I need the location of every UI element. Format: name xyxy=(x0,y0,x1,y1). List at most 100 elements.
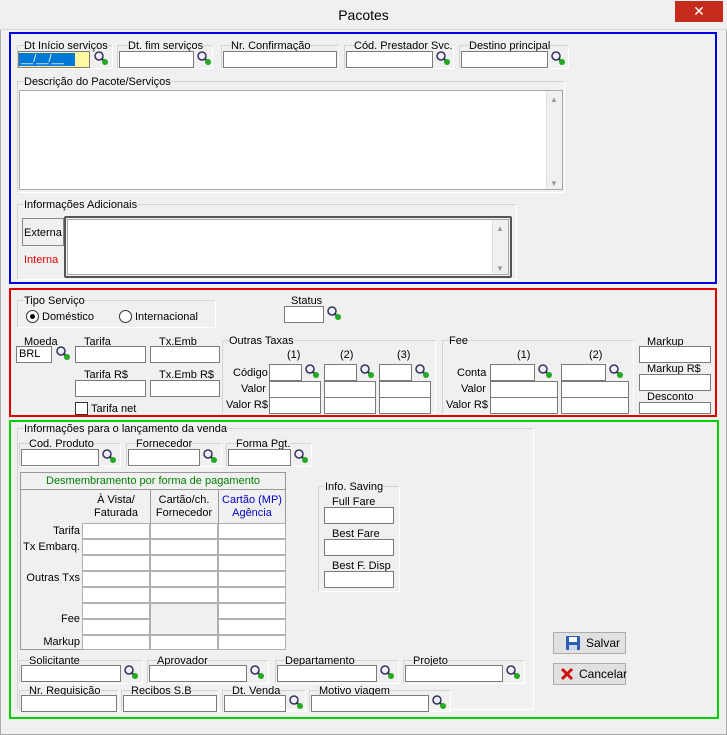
full-fare-input[interactable] xyxy=(324,507,394,524)
taxa3-valor-rs-input[interactable] xyxy=(379,397,431,414)
txemb-input[interactable] xyxy=(150,346,220,363)
moeda-input[interactable]: BRL xyxy=(16,346,52,363)
nr-confirmacao-input[interactable] xyxy=(223,51,337,68)
grid-divider xyxy=(20,489,286,490)
forma-pgt-input[interactable] xyxy=(228,449,291,466)
cod-produto-input[interactable] xyxy=(21,449,99,466)
dt-venda-search-icon[interactable] xyxy=(288,694,304,710)
tarifa-net-checkbox[interactable] xyxy=(75,402,88,415)
fee2-conta-input[interactable] xyxy=(561,364,606,381)
projeto-search-icon[interactable] xyxy=(505,664,521,680)
aprovador-search-icon[interactable] xyxy=(249,664,265,680)
taxa1-valor-input[interactable] xyxy=(269,381,321,398)
taxa2-search-icon[interactable] xyxy=(359,363,375,379)
txemb-rs-input[interactable] xyxy=(150,380,220,397)
fee1-conta-input[interactable] xyxy=(490,364,535,381)
cod-prestador-search-icon[interactable] xyxy=(435,50,451,66)
dt-fim-search-icon[interactable] xyxy=(196,50,212,66)
cell-outras1-avista[interactable] xyxy=(82,555,150,571)
cell-fee1-avista[interactable] xyxy=(82,603,150,619)
cell-outras3-cartao[interactable] xyxy=(150,587,218,603)
scroll-down-icon-2[interactable]: ▼ xyxy=(496,262,504,275)
fee1-valor-input[interactable] xyxy=(490,381,558,398)
taxa-col-2: (2) xyxy=(340,349,354,361)
destino-input[interactable] xyxy=(461,51,548,68)
fee2-valor-input[interactable] xyxy=(561,381,629,398)
dt-venda-input[interactable] xyxy=(224,695,286,712)
info-adicionais-textarea[interactable] xyxy=(67,219,509,275)
motivo-input[interactable] xyxy=(311,695,429,712)
taxa3-valor-input[interactable] xyxy=(379,381,431,398)
cell-outras1-mp[interactable] xyxy=(218,555,286,571)
tarifa-input[interactable] xyxy=(75,346,146,363)
taxa1-valor-rs-input[interactable] xyxy=(269,397,321,414)
solicitante-input[interactable] xyxy=(21,665,121,682)
cell-outras2-mp[interactable] xyxy=(218,571,286,587)
taxa1-codigo-input[interactable] xyxy=(269,364,302,381)
forma-pgt-search-icon[interactable] xyxy=(293,448,309,464)
dt-fim-input[interactable] xyxy=(119,51,194,68)
cell-outras3-avista[interactable] xyxy=(82,587,150,603)
best-fare-input[interactable] xyxy=(324,539,394,556)
recibos-input[interactable] xyxy=(123,695,217,712)
dt-inicio-search-icon[interactable] xyxy=(93,50,109,66)
nr-requisicao-input[interactable] xyxy=(21,695,117,712)
cell-tx-mp[interactable] xyxy=(218,539,286,555)
taxa2-codigo-input[interactable] xyxy=(324,364,357,381)
taxa-col-3: (3) xyxy=(397,349,411,361)
projeto-input[interactable] xyxy=(405,665,503,682)
fee2-valor-rs-input[interactable] xyxy=(561,397,629,414)
cell-tarifa-mp[interactable] xyxy=(218,523,286,539)
tarifa-rs-input[interactable] xyxy=(75,380,146,397)
cell-outras2-cartao[interactable] xyxy=(150,571,218,587)
taxa2-valor-input[interactable] xyxy=(324,381,376,398)
fornecedor-input[interactable] xyxy=(128,449,200,466)
destino-search-icon[interactable] xyxy=(550,50,566,66)
scroll-up-icon-2[interactable]: ▲ xyxy=(496,222,504,235)
scroll-down-icon[interactable]: ▼ xyxy=(550,177,558,190)
markup-input[interactable] xyxy=(639,346,711,363)
descricao-textarea[interactable] xyxy=(19,90,563,190)
scroll-up-icon[interactable]: ▲ xyxy=(550,93,558,106)
status-input[interactable] xyxy=(284,306,324,323)
cell-outras3-mp[interactable] xyxy=(218,587,286,603)
cell-tx-avista[interactable] xyxy=(82,539,150,555)
cell-fee2-avista[interactable] xyxy=(82,619,150,635)
desconto-input[interactable] xyxy=(639,402,711,414)
cell-markup-avista[interactable] xyxy=(82,635,150,650)
departamento-search-icon[interactable] xyxy=(379,664,395,680)
fee1-valor-rs-input[interactable] xyxy=(490,397,558,414)
cell-markup-mp[interactable] xyxy=(218,635,286,650)
cod-produto-search-icon[interactable] xyxy=(101,448,117,464)
status-search-icon[interactable] xyxy=(326,305,342,321)
cell-tarifa-avista[interactable] xyxy=(82,523,150,539)
taxa3-search-icon[interactable] xyxy=(414,363,430,379)
moeda-search-icon[interactable] xyxy=(55,345,71,361)
cod-prestador-input[interactable] xyxy=(346,51,433,68)
radio-domestico[interactable] xyxy=(26,310,39,323)
fornecedor-search-icon[interactable] xyxy=(202,448,218,464)
taxa3-codigo-input[interactable] xyxy=(379,364,412,381)
cell-fee2-mp[interactable] xyxy=(218,619,286,635)
fee2-search-icon[interactable] xyxy=(608,363,624,379)
tab-interna[interactable]: Interna xyxy=(24,254,58,267)
markup-rs-input[interactable] xyxy=(639,374,711,391)
close-button[interactable]: ✕ xyxy=(675,1,723,22)
solicitante-search-icon[interactable] xyxy=(123,664,139,680)
motivo-search-icon[interactable] xyxy=(431,694,447,710)
best-f-disp-input[interactable] xyxy=(324,571,394,588)
cell-outras1-cartao[interactable] xyxy=(150,555,218,571)
cell-outras2-avista[interactable] xyxy=(82,571,150,587)
row-outras-label: Outras Txs xyxy=(26,572,80,584)
cell-markup-cartao[interactable] xyxy=(150,635,218,650)
info-adicionais-label: Informações Adicionais xyxy=(24,199,138,212)
cell-tarifa-cartao[interactable] xyxy=(150,523,218,539)
cell-tx-cartao[interactable] xyxy=(150,539,218,555)
aprovador-input[interactable] xyxy=(149,665,247,682)
taxa1-search-icon[interactable] xyxy=(304,363,320,379)
cell-fee1-mp[interactable] xyxy=(218,603,286,619)
taxa2-valor-rs-input[interactable] xyxy=(324,397,376,414)
fee1-search-icon[interactable] xyxy=(537,363,553,379)
radio-internacional[interactable] xyxy=(119,310,132,323)
departamento-input[interactable] xyxy=(277,665,377,682)
